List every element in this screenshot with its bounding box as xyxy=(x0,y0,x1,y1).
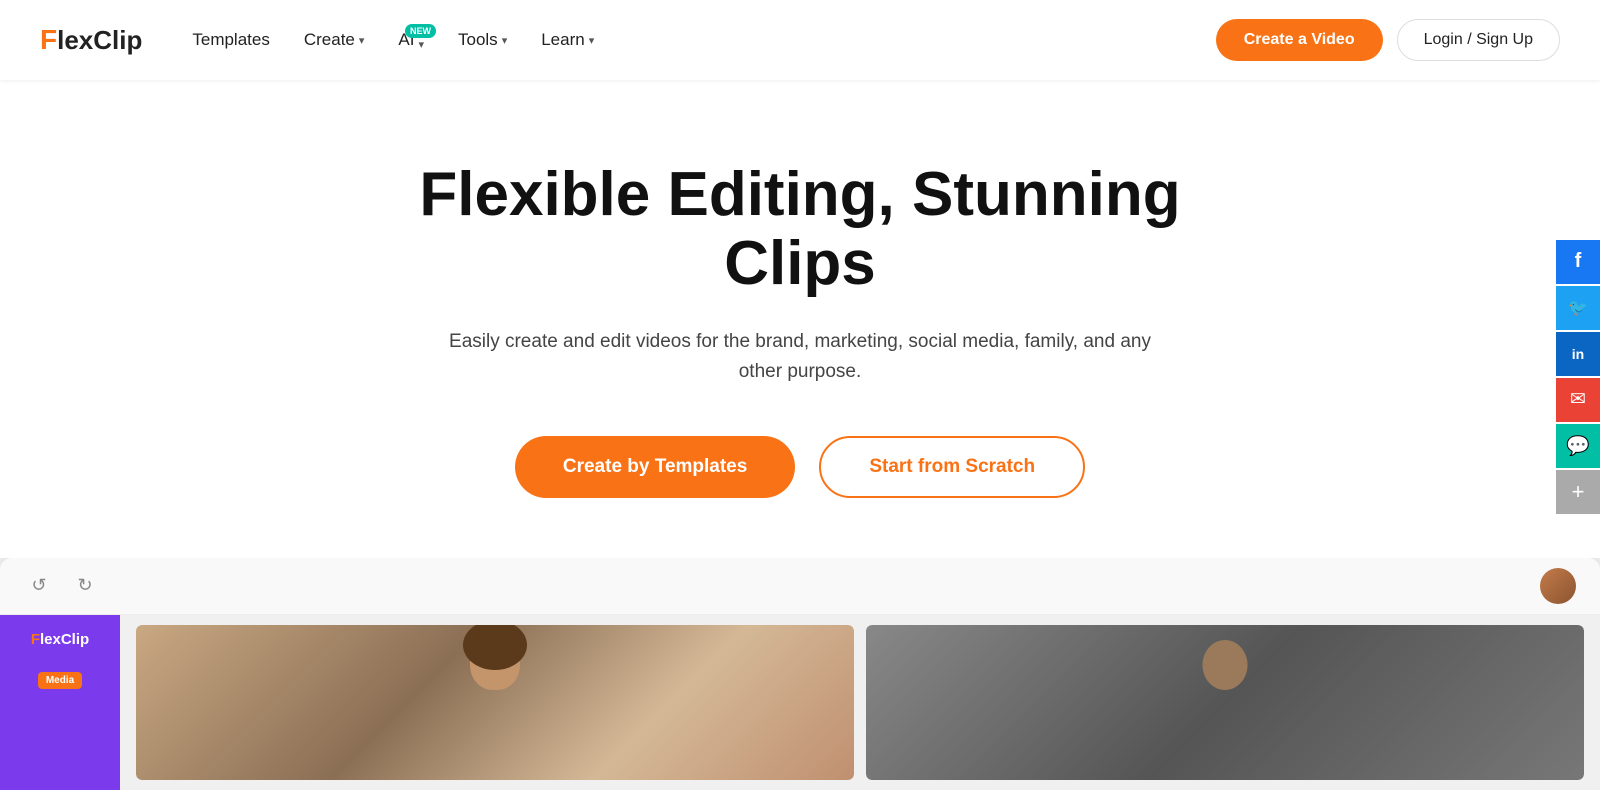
nav-links: Templates Create ▾ AI NEW ▾ Tools ▾ Lear… xyxy=(178,22,1215,59)
hero-section: Flexible Editing, Stunning Clips Easily … xyxy=(0,80,1600,558)
twitter-icon: 🐦 xyxy=(1568,298,1588,318)
more-share-button[interactable]: + xyxy=(1556,470,1600,514)
nav-ai[interactable]: AI NEW ▾ xyxy=(384,22,438,59)
nav-templates[interactable]: Templates xyxy=(178,22,283,58)
facebook-icon: f xyxy=(1575,250,1582,273)
preview-thumb-2 xyxy=(866,625,1584,780)
email-icon: ✉ xyxy=(1570,388,1586,411)
nav-actions: Create a Video Login / Sign Up xyxy=(1216,19,1560,61)
editor-media-label[interactable]: Media xyxy=(38,672,82,689)
linkedin-share-button[interactable]: in xyxy=(1556,332,1600,376)
create-chevron-icon: ▾ xyxy=(359,34,365,47)
start-from-scratch-button[interactable]: Start from Scratch xyxy=(819,436,1085,498)
tools-chevron-icon: ▾ xyxy=(502,34,508,47)
nav-tools[interactable]: Tools ▾ xyxy=(444,22,521,58)
chat-share-button[interactable]: 💬 xyxy=(1556,424,1600,468)
social-sidebar: f 🐦 in ✉ 💬 + xyxy=(1556,240,1600,514)
editor-topbar: ↺ ↻ xyxy=(0,558,1600,615)
editor-sidebar: FlexClip Media xyxy=(0,615,120,790)
editor-window: ↺ ↻ FlexClip Media xyxy=(0,558,1600,790)
plus-icon: + xyxy=(1572,479,1585,505)
hero-title: Flexible Editing, Stunning Clips xyxy=(350,160,1250,299)
preview-thumb-1 xyxy=(136,625,854,780)
twitter-share-button[interactable]: 🐦 xyxy=(1556,286,1600,330)
redo-button[interactable]: ↻ xyxy=(70,571,100,601)
editor-strip: ↺ ↻ FlexClip Media xyxy=(0,558,1600,790)
logo-f: F xyxy=(40,24,57,55)
login-signup-button[interactable]: Login / Sign Up xyxy=(1397,19,1560,61)
create-by-templates-button[interactable]: Create by Templates xyxy=(515,436,795,498)
ai-new-badge: NEW xyxy=(405,24,436,38)
editor-content: FlexClip Media xyxy=(0,615,1600,790)
navbar: FlexClip Templates Create ▾ AI NEW ▾ Too… xyxy=(0,0,1600,80)
facebook-share-button[interactable]: f xyxy=(1556,240,1600,284)
email-share-button[interactable]: ✉ xyxy=(1556,378,1600,422)
linkedin-icon: in xyxy=(1572,346,1584,362)
nav-learn[interactable]: Learn ▾ xyxy=(527,22,608,58)
nav-create[interactable]: Create ▾ xyxy=(290,22,379,58)
undo-button[interactable]: ↺ xyxy=(24,571,54,601)
editor-main xyxy=(120,615,1600,790)
ai-chevron-icon: ▾ xyxy=(418,38,424,51)
create-video-button[interactable]: Create a Video xyxy=(1216,19,1383,61)
chat-icon: 💬 xyxy=(1566,434,1590,458)
learn-chevron-icon: ▾ xyxy=(589,34,595,47)
hero-subtitle: Easily create and edit videos for the br… xyxy=(440,327,1160,388)
preview-image-man xyxy=(866,625,1584,780)
user-avatar[interactable] xyxy=(1540,568,1576,604)
preview-image-woman xyxy=(136,625,854,780)
editor-logo: FlexClip xyxy=(31,631,89,648)
logo[interactable]: FlexClip xyxy=(40,24,142,56)
hero-buttons: Create by Templates Start from Scratch xyxy=(515,436,1085,498)
